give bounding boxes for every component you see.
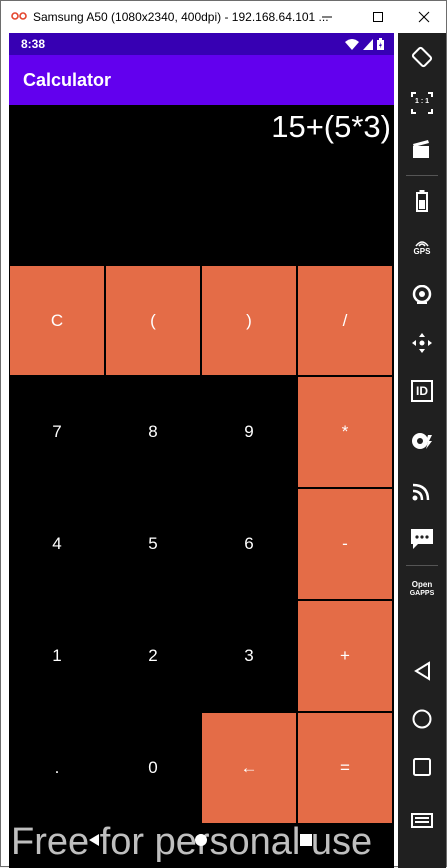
recents-button[interactable]: [398, 749, 446, 785]
cast-button[interactable]: [398, 473, 446, 509]
digit-1-button[interactable]: 1: [10, 601, 104, 711]
open-gapps-button[interactable]: Open GAPPS: [398, 571, 446, 607]
rotate-icon: [411, 46, 433, 68]
maximize-icon: [373, 12, 383, 22]
battery-icon: [377, 38, 384, 50]
decimal-point-button[interactable]: .: [10, 713, 104, 823]
divide-button[interactable]: /: [298, 266, 392, 375]
battery-sidebar-icon: [416, 190, 428, 212]
gps-button[interactable]: GPS: [398, 229, 446, 265]
battery-button[interactable]: [398, 183, 446, 219]
signal-icon: [363, 38, 373, 50]
status-time: 8:38: [21, 37, 46, 51]
sms-button[interactable]: [398, 521, 446, 557]
minimize-icon: [322, 16, 332, 18]
close-paren-button[interactable]: ): [202, 266, 296, 375]
screenshot-icon: [413, 140, 429, 158]
phone-screen: 8:38 Calculator 15+(5*3) C ( ) / 7 8 9 *…: [9, 33, 394, 868]
device-id-button[interactable]: ID: [398, 373, 446, 409]
gps-label: GPS: [413, 247, 431, 256]
media-icon: [412, 433, 432, 449]
home-icon: [412, 709, 432, 729]
digit-4-button[interactable]: 4: [10, 489, 104, 599]
webcam-button[interactable]: [398, 277, 446, 313]
media-button[interactable]: [398, 423, 446, 459]
emulator-toolbar: 1 : 1 GPS ID Open GAPPS: [398, 33, 446, 868]
app-bar: Calculator: [9, 55, 394, 105]
back-icon: [414, 661, 430, 681]
title-bar[interactable]: Samsung A50 (1080x2340, 400dpi) - 192.16…: [1, 1, 446, 33]
digit-5-button[interactable]: 5: [106, 489, 200, 599]
id-icon: ID: [411, 380, 433, 402]
open-gapps-line1: Open: [411, 580, 433, 589]
recents-icon: [413, 758, 431, 776]
window-title: Samsung A50 (1080x2340, 400dpi) - 192.16…: [33, 10, 329, 24]
digit-8-button[interactable]: 8: [106, 377, 200, 487]
digit-3-button[interactable]: 3: [202, 601, 296, 711]
fit-screen-icon: 1 : 1: [411, 92, 433, 114]
webcam-icon: [412, 285, 432, 304]
status-bar: 8:38: [9, 33, 394, 55]
digit-9-button[interactable]: 9: [202, 377, 296, 487]
menu-icon: [411, 813, 433, 828]
digit-7-button[interactable]: 7: [10, 377, 104, 487]
genymotion-logo-icon: [11, 12, 27, 20]
open-paren-button[interactable]: (: [106, 266, 200, 375]
dpad-button[interactable]: [398, 325, 446, 361]
sms-icon: [411, 529, 433, 549]
cast-icon: [412, 483, 430, 501]
open-gapps-icon: Open GAPPS: [410, 580, 435, 598]
dpad-icon: [412, 333, 432, 353]
menu-button[interactable]: [398, 803, 446, 839]
minimize-button[interactable]: [310, 1, 344, 33]
equals-button[interactable]: =: [298, 713, 392, 823]
plus-button[interactable]: +: [298, 601, 392, 711]
digit-0-button[interactable]: 0: [106, 713, 200, 823]
rotate-button[interactable]: [398, 39, 446, 75]
app-title: Calculator: [23, 70, 112, 90]
id-label: ID: [416, 384, 428, 398]
clear-button[interactable]: C: [10, 266, 104, 375]
screencast-button[interactable]: [398, 131, 446, 167]
open-gapps-line2: GAPPS: [409, 590, 435, 597]
multiply-button[interactable]: *: [298, 377, 392, 487]
backspace-button[interactable]: ←: [202, 713, 296, 823]
fit-screen-button[interactable]: 1 : 1: [398, 85, 446, 121]
close-button[interactable]: [407, 1, 441, 33]
back-button[interactable]: [398, 653, 446, 689]
home-button[interactable]: [398, 701, 446, 737]
maximize-button[interactable]: [361, 1, 395, 33]
digit-2-button[interactable]: 2: [106, 601, 200, 711]
ratio-label: 1 : 1: [414, 98, 429, 105]
watermark-text: Free for personal use: [11, 821, 373, 863]
digit-6-button[interactable]: 6: [202, 489, 296, 599]
emulator-window: Samsung A50 (1080x2340, 400dpi) - 192.16…: [0, 0, 447, 868]
gps-icon: GPS: [413, 238, 431, 256]
close-icon: [418, 11, 430, 23]
minus-button[interactable]: -: [298, 489, 392, 599]
wifi-icon: [345, 38, 359, 50]
expression-display: 15+(5*3): [271, 109, 391, 144]
